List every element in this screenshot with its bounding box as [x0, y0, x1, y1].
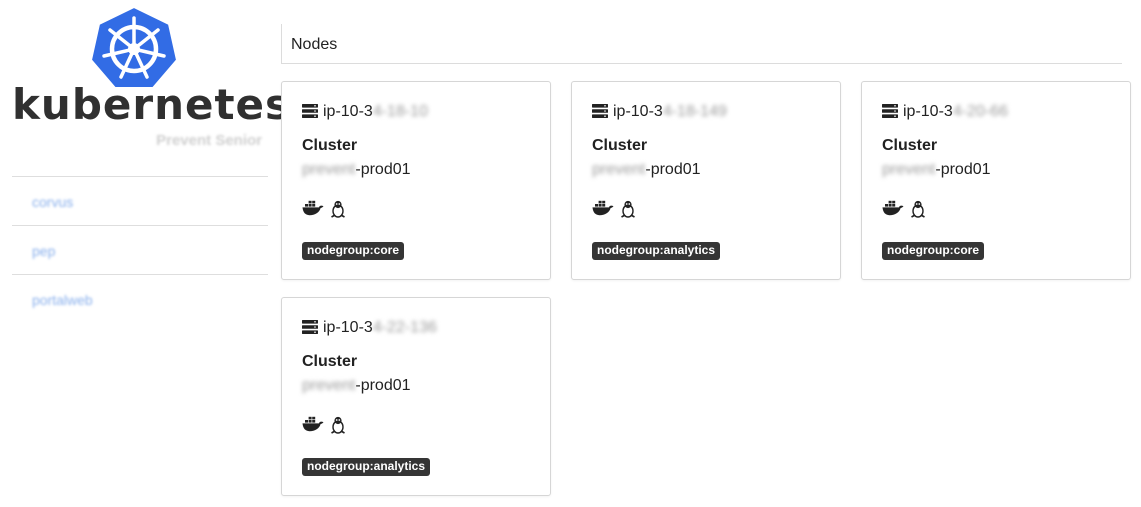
kubernetes-logo-icon[interactable]: [90, 4, 178, 90]
node-name-redacted: 4-18-10: [372, 103, 428, 120]
cluster-name-suffix: -prod01: [355, 377, 411, 394]
logo-text: kubernetes: [12, 80, 292, 129]
cluster-label: Cluster: [302, 137, 358, 154]
server-icon: [302, 320, 318, 334]
node-card[interactable]: ip-10-34-18-10 Cluster prevent-prod01 no…: [281, 81, 551, 280]
page-header: Nodes: [281, 24, 1122, 64]
cluster-name: prevent-prod01: [592, 161, 701, 179]
sidebar-item-label: pep: [32, 243, 56, 259]
node-card[interactable]: ip-10-34-22-136 Cluster prevent-prod01 n…: [281, 297, 551, 496]
server-icon: [592, 104, 608, 118]
docker-icon: [302, 200, 324, 216]
linux-icon: [621, 200, 636, 218]
cluster-name: prevent-prod01: [302, 377, 411, 395]
linux-icon: [331, 200, 346, 218]
nodegroup-badge: nodegroup:core: [302, 242, 404, 260]
linux-icon: [911, 200, 926, 218]
node-name[interactable]: ip-10-34-18-10: [302, 103, 428, 121]
platform-icons: [592, 200, 638, 218]
node-name-prefix: ip-10-3: [323, 319, 373, 336]
server-icon: [882, 104, 898, 118]
server-icon: [302, 104, 318, 118]
cluster-name: prevent-prod01: [882, 161, 991, 179]
node-name-prefix: ip-10-3: [903, 103, 953, 120]
node-name-redacted: 4-20-66: [952, 103, 1008, 120]
sidebar-item-pep[interactable]: pep: [12, 225, 268, 274]
cluster-name-redacted: prevent: [592, 161, 646, 178]
linux-icon: [331, 416, 346, 434]
cluster-label: Cluster: [882, 137, 938, 154]
node-name-redacted: 4-22-136: [372, 319, 437, 336]
sidebar-item-label: corvus: [32, 194, 74, 210]
node-name[interactable]: ip-10-34-18-149: [592, 103, 727, 121]
cluster-label: Cluster: [592, 137, 648, 154]
node-name-prefix: ip-10-3: [613, 103, 663, 120]
platform-icons: [302, 200, 348, 218]
sidebar: kubernetes Prevent Senior corvus pep por…: [0, 0, 290, 507]
cluster-name-suffix: -prod01: [645, 161, 701, 178]
cluster-label: Cluster: [302, 353, 358, 370]
node-card[interactable]: ip-10-34-20-66 Cluster prevent-prod01 no…: [861, 81, 1131, 280]
cluster-name-suffix: -prod01: [355, 161, 411, 178]
node-name-prefix: ip-10-3: [323, 103, 373, 120]
docker-icon: [882, 200, 904, 216]
sidebar-nav: corvus pep portalweb: [12, 176, 268, 323]
node-name[interactable]: ip-10-34-20-66: [882, 103, 1008, 121]
node-name[interactable]: ip-10-34-22-136: [302, 319, 437, 337]
cluster-name-suffix: -prod01: [935, 161, 991, 178]
node-card[interactable]: ip-10-34-18-149 Cluster prevent-prod01 n…: [571, 81, 841, 280]
nodegroup-badge: nodegroup:analytics: [592, 242, 721, 260]
nodegroup-badge: nodegroup:core: [882, 242, 984, 260]
cluster-name: prevent-prod01: [302, 161, 411, 179]
logo-subtitle: Prevent Senior: [156, 132, 262, 149]
page-title: Nodes: [291, 36, 338, 53]
node-name-redacted: 4-18-149: [662, 103, 727, 120]
cluster-name-redacted: prevent: [302, 161, 356, 178]
cluster-name-redacted: prevent: [302, 377, 356, 394]
sidebar-item-portalweb[interactable]: portalweb: [12, 274, 268, 323]
sidebar-item-corvus[interactable]: corvus: [12, 176, 268, 225]
platform-icons: [302, 416, 348, 434]
platform-icons: [882, 200, 928, 218]
docker-icon: [592, 200, 614, 216]
sidebar-item-label: portalweb: [32, 292, 93, 308]
nodegroup-badge: nodegroup:analytics: [302, 458, 431, 476]
cluster-name-redacted: prevent: [882, 161, 936, 178]
docker-icon: [302, 416, 324, 432]
